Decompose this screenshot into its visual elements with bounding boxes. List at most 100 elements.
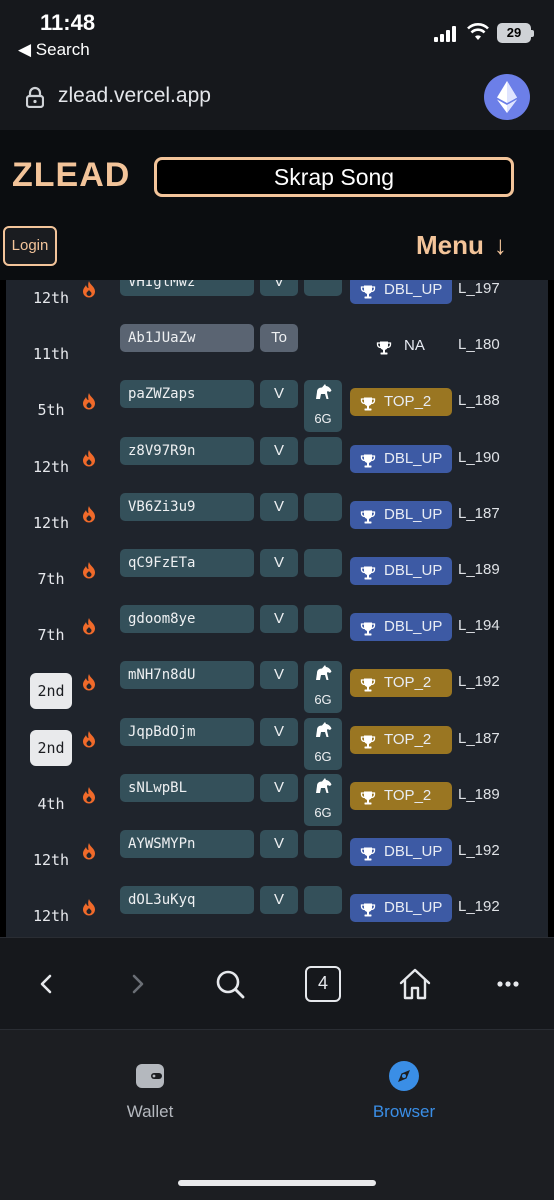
status-badge[interactable]: DBL_UP [350, 613, 452, 642]
entry-code[interactable]: sNLwpBL [120, 773, 254, 802]
slot-button[interactable] [304, 886, 342, 915]
level-label: L_189 [458, 561, 500, 578]
list-item[interactable]: 7th gdoom8ye V DBL_UP L_194 [6, 605, 548, 661]
trophy-icon [360, 507, 376, 524]
list-item[interactable]: 2nd JqpBdOjm V 6G TOP_2 L_187 [6, 717, 548, 774]
slot-button[interactable]: 6G [304, 661, 342, 714]
entries-list[interactable]: 12th VHIglMwz V DBL_UP L_197 11th Ab1JUaZw To NA… [6, 280, 548, 937]
status-badge[interactable]: TOP_2 [350, 781, 452, 810]
ethereum-network-button[interactable] [484, 74, 530, 120]
status-badge[interactable]: NA [350, 332, 452, 360]
list-item[interactable]: 12th VHIglMwz V DBL_UP L_197 [6, 280, 548, 324]
tab-wallet[interactable]: Wallet [90, 1060, 210, 1122]
rank-label: 12th [32, 513, 70, 532]
list-item[interactable]: 5th paZWZaps V 6G TOP_2 L_188 [6, 380, 548, 436]
status-badge[interactable]: TOP_2 [350, 725, 452, 754]
app-logo[interactable]: ZLEAD [12, 156, 130, 195]
status-badge[interactable]: DBL_UP [350, 557, 452, 585]
vote-button[interactable]: V [260, 717, 298, 746]
badge-label: DBL_UP [384, 618, 443, 636]
vote-button[interactable]: V [260, 280, 298, 296]
vote-button[interactable]: V [260, 605, 298, 634]
fire-icon [82, 280, 96, 298]
slot-button[interactable]: 6G [304, 773, 342, 826]
status-badge[interactable]: TOP_2 [350, 388, 452, 417]
entry-code[interactable]: JqpBdOjm [120, 717, 254, 746]
vote-button[interactable]: V [260, 886, 298, 915]
slot-button[interactable] [304, 492, 342, 521]
slot-button[interactable]: 6G [304, 380, 342, 433]
entry-code[interactable]: VB6Zi3u9 [120, 492, 254, 521]
vote-button[interactable]: V [260, 661, 298, 690]
tab-browser[interactable]: Browser [344, 1060, 464, 1122]
slot-button[interactable] [304, 436, 342, 465]
fire-icon [82, 673, 96, 691]
vote-button[interactable]: V [260, 436, 298, 465]
vote-button[interactable]: V [260, 492, 298, 521]
slot-button[interactable] [304, 830, 342, 858]
tab-wallet-label: Wallet [126, 1102, 174, 1121]
trophy-icon [360, 675, 376, 692]
slot-button[interactable] [304, 280, 342, 296]
slot-button[interactable] [304, 605, 342, 634]
status-badge[interactable]: DBL_UP [350, 280, 452, 304]
vote-button[interactable]: To [260, 324, 298, 353]
slot-label: 6G [314, 692, 332, 708]
chevron-left-icon[interactable] [28, 966, 64, 1002]
back-to-search-link[interactable]: ◀ Search [18, 40, 90, 60]
rank-label: 5th [37, 401, 65, 420]
login-button[interactable]: Login [3, 226, 57, 266]
list-item[interactable]: 12th VB6Zi3u9 V DBL_UP L_187 [6, 492, 548, 549]
list-item[interactable]: 12th z8V97R9n V DBL_UP L_190 [6, 436, 548, 493]
level-label: L_194 [458, 617, 500, 635]
list-item[interactable]: 12th AYWSMYPn V DBL_UP L_192 [6, 830, 548, 886]
entry-code[interactable]: AYWSMYPn [120, 830, 254, 858]
entry-code[interactable]: qC9FzETa [120, 549, 254, 577]
badge-label: DBL_UP [384, 505, 443, 523]
status-badge[interactable]: TOP_2 [350, 669, 452, 698]
status-badge[interactable]: DBL_UP [350, 500, 452, 529]
slot-button[interactable] [304, 549, 342, 577]
horse-icon [313, 383, 333, 401]
fire-icon [82, 561, 96, 579]
url-text[interactable]: zlead.vercel.app [58, 84, 211, 108]
fire-icon [82, 392, 96, 410]
list-item[interactable]: 12th dOL3uKyq V DBL_UP L_192 [6, 886, 548, 937]
search-icon[interactable] [212, 966, 248, 1002]
vote-button[interactable]: V [260, 380, 298, 409]
badge-label: NA [404, 337, 425, 355]
list-item[interactable]: 11th Ab1JUaZw To NA L_180 [6, 324, 548, 380]
status-badge[interactable]: DBL_UP [350, 444, 452, 473]
more-icon[interactable] [490, 966, 526, 1002]
list-item[interactable]: 2nd mNH7n8dU V 6G TOP_2 L_192 [6, 661, 548, 717]
vote-button[interactable]: V [260, 549, 298, 577]
entry-code[interactable]: Ab1JUaZw [120, 324, 254, 353]
compass-icon [389, 1061, 419, 1091]
badge-label: DBL_UP [384, 281, 443, 298]
status-badge[interactable]: DBL_UP [350, 894, 452, 923]
entry-code[interactable]: z8V97R9n [120, 436, 254, 465]
tabs-count-button[interactable]: 4 [305, 966, 341, 1002]
list-item[interactable]: 4th sNLwpBL V 6G TOP_2 L_189 [6, 773, 548, 830]
home-icon[interactable] [397, 966, 433, 1002]
fire-icon [82, 730, 96, 748]
slot-button[interactable]: 6G [304, 717, 342, 770]
status-badge[interactable]: DBL_UP [350, 838, 452, 866]
home-indicator[interactable] [178, 1180, 376, 1186]
entry-code[interactable]: VHIglMwz [120, 280, 254, 296]
menu-button[interactable]: Menu ↓ [416, 230, 507, 261]
trophy-icon [360, 844, 376, 861]
entry-code[interactable]: dOL3uKyq [120, 886, 254, 915]
rank-label: 2nd [30, 673, 72, 710]
entry-code[interactable]: gdoom8ye [120, 605, 254, 634]
badge-label: TOP_2 [384, 786, 432, 804]
song-title: Skrap Song [154, 157, 514, 197]
entry-code[interactable]: mNH7n8dU [120, 661, 254, 690]
rank-label: 4th [37, 794, 65, 813]
url-bar[interactable]: zlead.vercel.app [0, 68, 554, 130]
chevron-right-icon[interactable] [120, 966, 156, 1002]
vote-button[interactable]: V [260, 773, 298, 802]
list-item[interactable]: 7th qC9FzETa V DBL_UP L_189 [6, 549, 548, 605]
vote-button[interactable]: V [260, 830, 298, 858]
entry-code[interactable]: paZWZaps [120, 380, 254, 409]
